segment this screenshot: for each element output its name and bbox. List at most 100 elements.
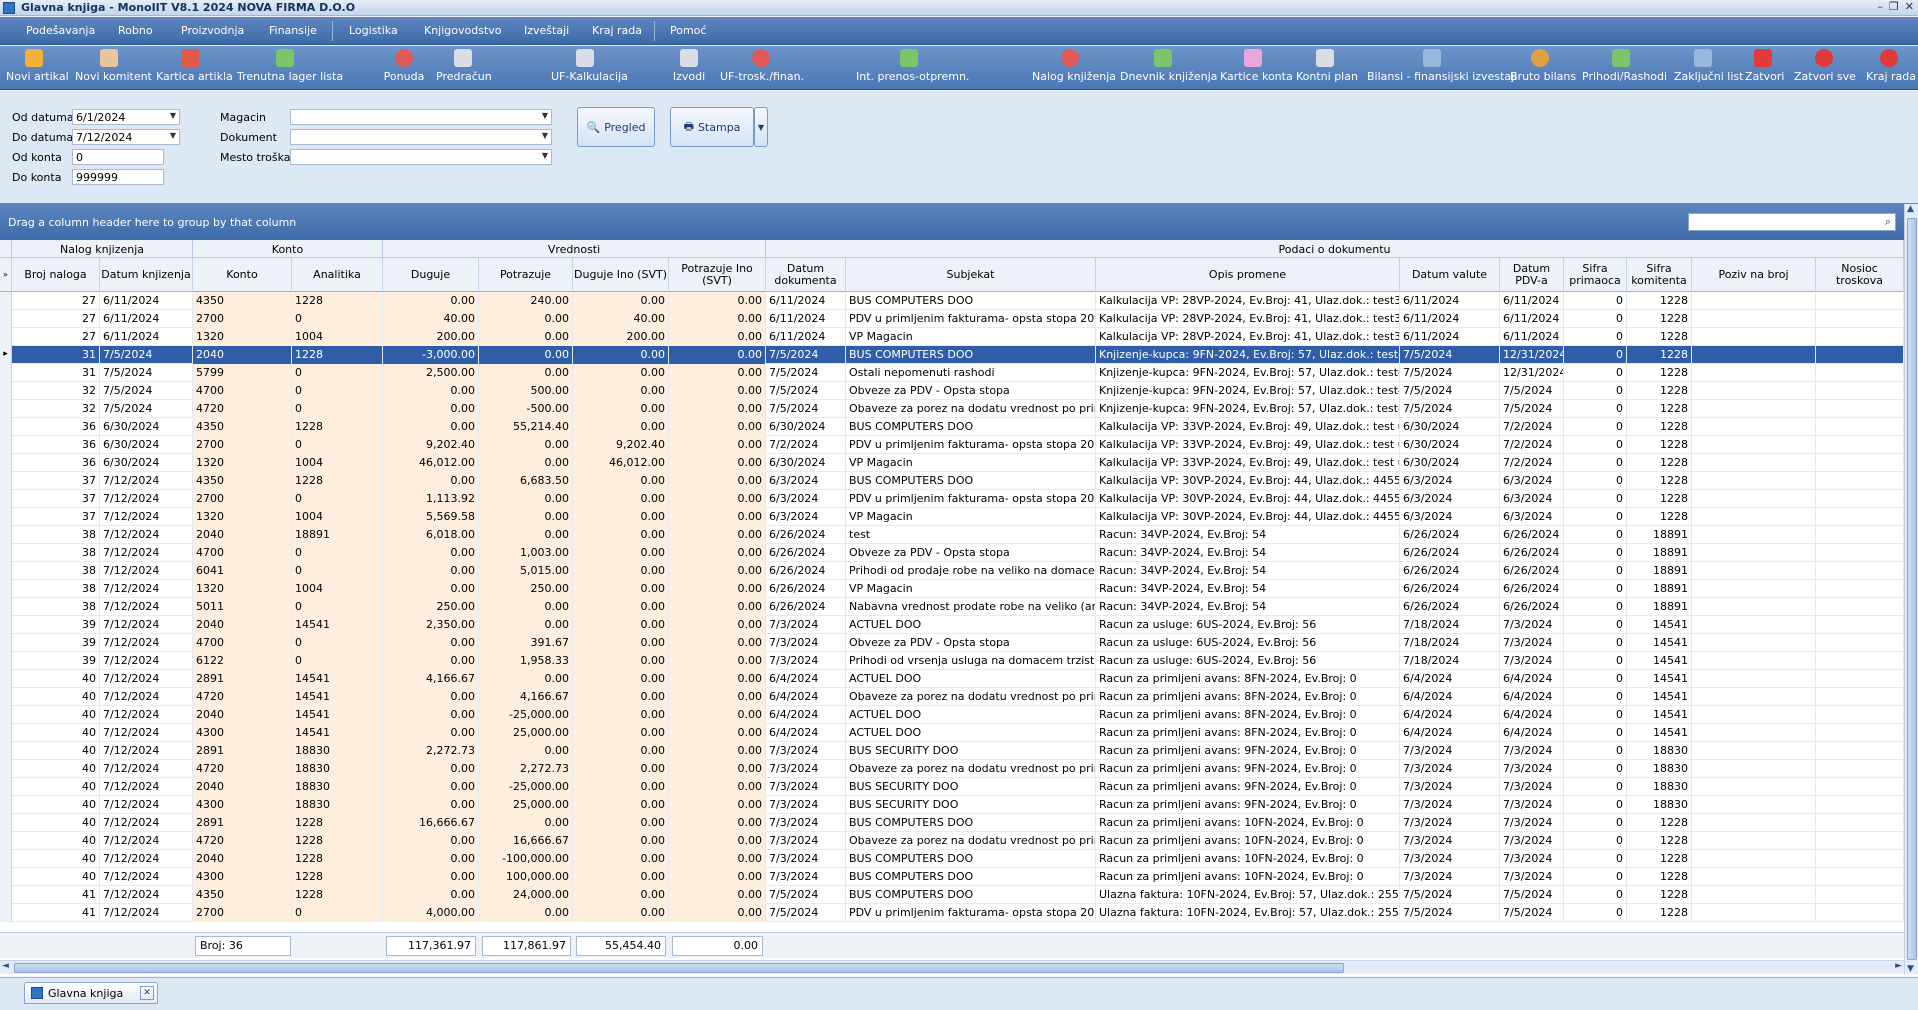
cell-analitika[interactable]: 18891	[292, 526, 383, 544]
cell-poziv-na-broj[interactable]	[1692, 688, 1816, 706]
cell-sifra-primaoca[interactable]: 0	[1564, 634, 1627, 652]
cell-datum-knjizenja[interactable]: 7/12/2024	[100, 688, 193, 706]
cell-opis-promene[interactable]: Racun za usluge: 6US-2024, Ev.Broj: 56	[1096, 616, 1400, 634]
cell-nosioc-troskova[interactable]	[1816, 598, 1904, 616]
cell-broj-naloga[interactable]: 40	[12, 796, 100, 814]
cell-potrazuje[interactable]: 391.67	[479, 634, 573, 652]
cell-konto[interactable]: 6122	[193, 652, 292, 670]
cell-datum-knjizenja[interactable]: 7/12/2024	[100, 562, 193, 580]
novi-artikal-button[interactable]: Novi artikal	[6, 48, 69, 88]
cell-opis-promene[interactable]: Ulazna faktura: 10FN-2024, Ev.Broj: 57, …	[1096, 904, 1400, 922]
cell-datum-pdv[interactable]: 7/3/2024	[1500, 760, 1564, 778]
cell-poziv-na-broj[interactable]	[1692, 814, 1816, 832]
cell-sifra-komitenta[interactable]: 1228	[1627, 382, 1692, 400]
cell-datum-dokumenta[interactable]: 7/5/2024	[766, 346, 846, 364]
cell-potrazuje[interactable]: 250.00	[479, 580, 573, 598]
cell-broj-naloga[interactable]: 36	[12, 436, 100, 454]
cell-nosioc-troskova[interactable]	[1816, 454, 1904, 472]
cell-potrazuje[interactable]: 0.00	[479, 364, 573, 382]
cell-opis-promene[interactable]: Kalkulacija VP: 30VP-2024, Ev.Broj: 44, …	[1096, 490, 1400, 508]
cell-sifra-primaoca[interactable]: 0	[1564, 544, 1627, 562]
cell-duguje[interactable]: 2,500.00	[383, 364, 479, 382]
cell-sifra-komitenta[interactable]: 1228	[1627, 886, 1692, 904]
menu-finansije[interactable]: Finansije	[269, 24, 317, 37]
cell-analitika[interactable]: 1228	[292, 346, 383, 364]
cell-datum-knjizenja[interactable]: 7/12/2024	[100, 904, 193, 922]
group-by-panel[interactable]: Drag a column header here to group by th…	[0, 204, 1904, 240]
cell-sifra-komitenta[interactable]: 18891	[1627, 598, 1692, 616]
cell-datum-dokumenta[interactable]: 7/3/2024	[766, 778, 846, 796]
col-sifra-komitenta[interactable]: Sifra komitenta	[1627, 258, 1692, 292]
cell-potrazuje[interactable]: 24,000.00	[479, 886, 573, 904]
cell-datum-dokumenta[interactable]: 7/5/2024	[766, 364, 846, 382]
cell-datum-pdv[interactable]: 6/4/2024	[1500, 724, 1564, 742]
cell-nosioc-troskova[interactable]	[1816, 580, 1904, 598]
cell-sifra-komitenta[interactable]: 14541	[1627, 616, 1692, 634]
cell-datum-knjizenja[interactable]: 6/11/2024	[100, 310, 193, 328]
grid-search-input[interactable]: ⌕	[1688, 213, 1896, 231]
cell-sifra-komitenta[interactable]: 1228	[1627, 814, 1692, 832]
cell-datum-knjizenja[interactable]: 7/12/2024	[100, 634, 193, 652]
cell-poziv-na-broj[interactable]	[1692, 544, 1816, 562]
cell-duguje[interactable]: 2,350.00	[383, 616, 479, 634]
cell-poziv-na-broj[interactable]	[1692, 436, 1816, 454]
cell-datum-knjizenja[interactable]: 7/12/2024	[100, 724, 193, 742]
cell-duguje-ino[interactable]: 0.00	[573, 796, 669, 814]
cell-konto[interactable]: 2891	[193, 670, 292, 688]
cell-sifra-komitenta[interactable]: 1228	[1627, 310, 1692, 328]
cell-sifra-komitenta[interactable]: 18830	[1627, 760, 1692, 778]
cell-datum-valute[interactable]: 6/11/2024	[1400, 328, 1500, 346]
cell-sifra-komitenta[interactable]: 18830	[1627, 742, 1692, 760]
cell-datum-dokumenta[interactable]: 6/4/2024	[766, 706, 846, 724]
table-row[interactable]: 40 7/12/2024 2891 18830 2,272.73 0.00 0.00 0.00…	[0, 742, 1904, 760]
cell-broj-naloga[interactable]: 36	[12, 454, 100, 472]
cell-potrazuje[interactable]: 2,272.73	[479, 760, 573, 778]
cell-duguje-ino[interactable]: 200.00	[573, 328, 669, 346]
cell-datum-knjizenja[interactable]: 7/12/2024	[100, 598, 193, 616]
table-row[interactable]: 36 6/30/2024 1320 1004 46,012.00 0.00 46,012.0…	[0, 454, 1904, 472]
cell-potrazuje[interactable]: 0.00	[479, 670, 573, 688]
cell-duguje-ino[interactable]: 0.00	[573, 850, 669, 868]
row-indicator[interactable]	[0, 508, 12, 526]
row-indicator[interactable]	[0, 850, 12, 868]
cell-duguje-ino[interactable]: 40.00	[573, 310, 669, 328]
row-indicator[interactable]	[0, 616, 12, 634]
cell-potrazuje-ino[interactable]: 0.00	[669, 580, 766, 598]
cell-broj-naloga[interactable]: 40	[12, 760, 100, 778]
cell-sifra-komitenta[interactable]: 14541	[1627, 688, 1692, 706]
cell-nosioc-troskova[interactable]	[1816, 760, 1904, 778]
cell-datum-knjizenja[interactable]: 7/12/2024	[100, 814, 193, 832]
table-row[interactable]: 39 7/12/2024 2040 14541 2,350.00 0.00 0.00 0.00…	[0, 616, 1904, 634]
table-row[interactable]: 32 7/5/2024 4700 0 0.00 500.00 0.00 0.00 7/5/202…	[0, 382, 1904, 400]
cell-potrazuje-ino[interactable]: 0.00	[669, 886, 766, 904]
close-tab-icon[interactable]: ✕	[140, 986, 154, 1000]
cell-datum-knjizenja[interactable]: 7/12/2024	[100, 580, 193, 598]
cell-konto[interactable]: 2040	[193, 850, 292, 868]
cell-datum-valute[interactable]: 7/3/2024	[1400, 832, 1500, 850]
cell-analitika[interactable]: 0	[292, 400, 383, 418]
col-subjekat[interactable]: Subjekat	[846, 258, 1096, 292]
cell-datum-dokumenta[interactable]: 6/4/2024	[766, 724, 846, 742]
cell-datum-pdv[interactable]: 7/3/2024	[1500, 616, 1564, 634]
col-analitika[interactable]: Analitika	[292, 258, 383, 292]
cell-duguje[interactable]: 0.00	[383, 400, 479, 418]
cell-sifra-primaoca[interactable]: 0	[1564, 742, 1627, 760]
cell-datum-pdv[interactable]: 6/26/2024	[1500, 526, 1564, 544]
cell-sifra-komitenta[interactable]: 14541	[1627, 670, 1692, 688]
table-row[interactable]: 31 7/5/2024 5799 0 2,500.00 0.00 0.00 0.00 7/5/2…	[0, 364, 1904, 382]
cell-potrazuje[interactable]: 100,000.00	[479, 868, 573, 886]
cell-analitika[interactable]: 0	[292, 544, 383, 562]
zakljucni-list-button[interactable]: Zaključni list	[1674, 48, 1743, 88]
cell-opis-promene[interactable]: Racun za primljeni avans: 9FN-2024, Ev.B…	[1096, 796, 1400, 814]
cell-datum-knjizenja[interactable]: 7/12/2024	[100, 868, 193, 886]
cell-duguje[interactable]: 0.00	[383, 652, 479, 670]
cell-opis-promene[interactable]: Racun: 34VP-2024, Ev.Broj: 54	[1096, 580, 1400, 598]
cell-datum-pdv[interactable]: 7/5/2024	[1500, 382, 1564, 400]
cell-datum-valute[interactable]: 6/11/2024	[1400, 292, 1500, 310]
cell-nosioc-troskova[interactable]	[1816, 310, 1904, 328]
cell-potrazuje-ino[interactable]: 0.00	[669, 778, 766, 796]
cell-sifra-primaoca[interactable]: 0	[1564, 706, 1627, 724]
row-indicator[interactable]	[0, 562, 12, 580]
cell-potrazuje-ino[interactable]: 0.00	[669, 616, 766, 634]
cell-potrazuje[interactable]: 0.00	[479, 346, 573, 364]
